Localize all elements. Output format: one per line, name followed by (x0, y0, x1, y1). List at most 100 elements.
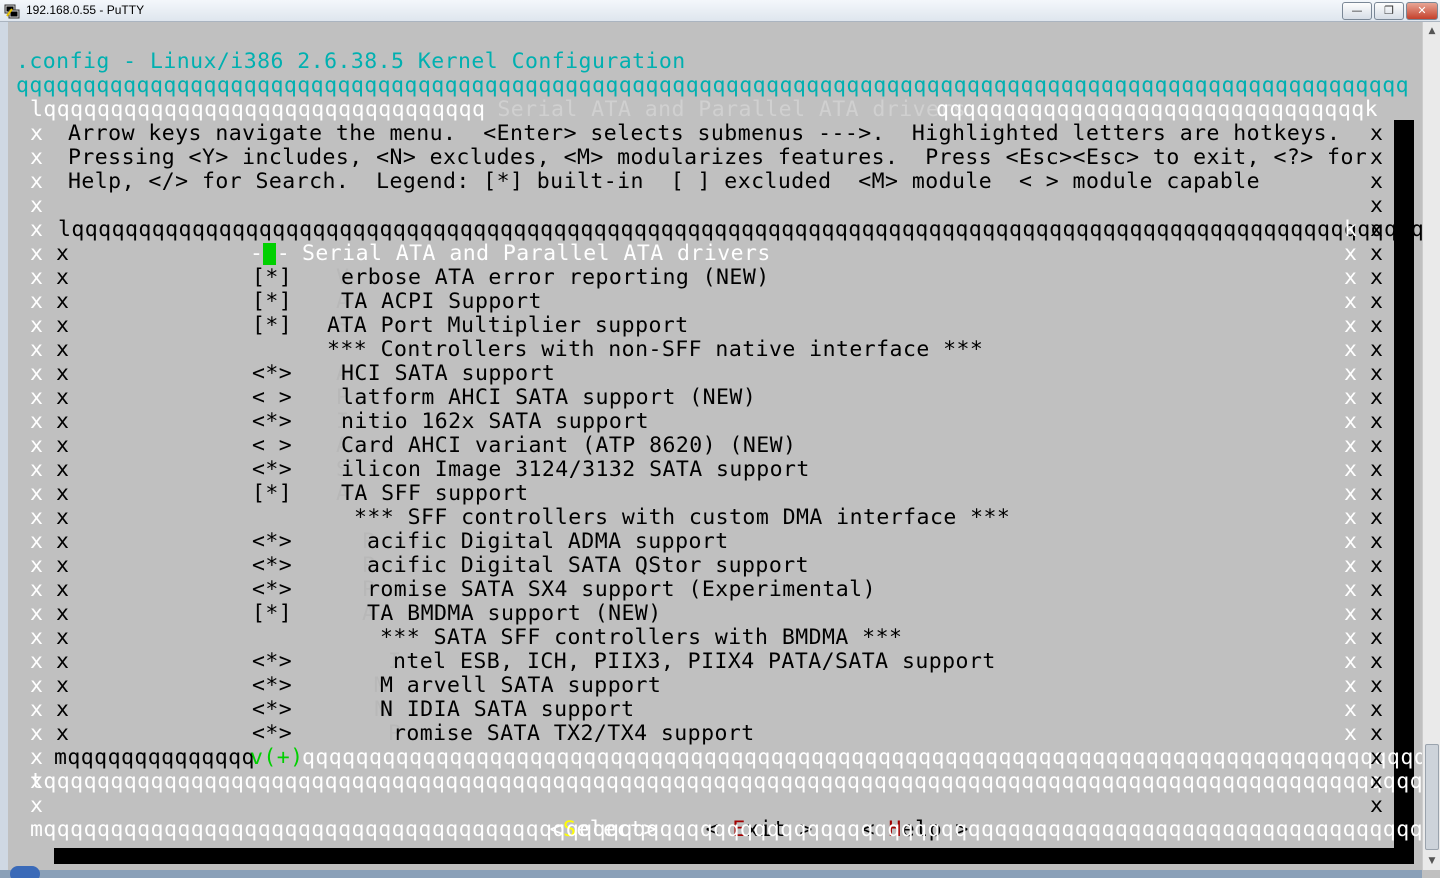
list-border-left-char: x (56, 409, 70, 434)
window-title: 192.168.0.55 - PuTTY (26, 3, 145, 17)
scroll-up-arrow-icon[interactable]: ▲ (1425, 24, 1439, 38)
list-border-right-char: x (1344, 265, 1358, 290)
start-orb-icon[interactable] (10, 866, 40, 878)
list-border-right-char: x (1344, 577, 1358, 602)
help-line-2: Pressing <Y> includes, <N> excludes, <M>… (68, 145, 1368, 170)
dialog-border-right-char: x (1370, 361, 1384, 386)
menu-item[interactable]: latform AHCI SATA support (NEW) (341, 386, 756, 410)
menu-item[interactable]: HCI SATA support (341, 362, 555, 386)
menu-item[interactable]: Card AHCI variant (ATP 8620) (NEW) (341, 434, 796, 458)
menu-item-selected[interactable]: Serial ATA and Parallel ATA drivers (302, 242, 771, 266)
dialog-border-right-char: x (1370, 337, 1384, 362)
menu-item[interactable]: ATA Port Multiplier support (327, 314, 689, 338)
dialog-border-right-char: x (1370, 265, 1384, 290)
menu-item[interactable]: M arvell SATA support (380, 674, 661, 698)
dialog-border-left-char: x (30, 433, 44, 458)
window-titlebar: 192.168.0.55 - PuTTY — ❐ ✕ (0, 0, 1440, 22)
menu-item-marker[interactable]: <*> (252, 410, 292, 434)
menu-item-marker[interactable]: <*> (252, 362, 292, 386)
list-border-left-char: x (56, 601, 70, 626)
menu-item-marker[interactable]: [*] (252, 290, 292, 314)
dialog-border-right-char: x (1370, 313, 1384, 338)
menu-item[interactable]: nitio 162x SATA support (341, 410, 649, 434)
menu-item[interactable]: ilicon Image 3124/3132 SATA support (341, 458, 810, 482)
taskbar-strip (0, 866, 1422, 878)
dialog-separator: tqqqqqqqqqqqqqqqqqqqqqqqqqqqqqqqqqqqqqqq… (30, 769, 1422, 794)
terminal-screen[interactable]: .config - Linux/i386 2.6.38.5 Kernel Con… (8, 22, 1422, 870)
menu-item-marker[interactable]: [*] (252, 314, 292, 338)
menu-item[interactable]: TA BMDMA support (NEW) (367, 602, 662, 626)
menu-item-marker[interactable]: <*> (252, 650, 292, 674)
menu-item-marker[interactable]: <*> (252, 578, 292, 602)
menu-item[interactable]: erbose ATA error reporting (NEW) (341, 266, 770, 290)
list-border-right-char: x (1344, 457, 1358, 482)
help-line-3: Help, </> for Search. Legend: [*] built-… (68, 169, 1261, 194)
menu-item[interactable]: TA ACPI Support (341, 290, 542, 314)
list-border-left-char: x (56, 385, 70, 410)
dialog-border-right-char: x (1370, 721, 1384, 746)
maximize-button[interactable]: ❐ (1374, 2, 1404, 20)
vertical-scrollbar[interactable]: ▲ ▼ (1422, 22, 1440, 870)
select-button[interactable]: <Select> (496, 794, 657, 842)
list-top-corner: k (1344, 217, 1358, 242)
menu-comment: *** SATA SFF controllers with BMDMA *** (380, 625, 903, 650)
more-items-indicator: v(+) (250, 745, 304, 770)
menu-item-marker[interactable]: < > (252, 386, 292, 410)
dialog-border-left-char: x (30, 769, 44, 794)
list-border-right-char: x (1344, 673, 1358, 698)
list-border-right-char: x (1344, 289, 1358, 314)
dialog-border-right-char: x (1370, 769, 1384, 794)
dialog-border-right-char: x (1370, 241, 1384, 266)
dialog-border-left-char: x (30, 553, 44, 578)
menu-item[interactable]: acific Digital SATA QStor support (367, 554, 809, 578)
scroll-down-arrow-icon[interactable]: ▼ (1425, 854, 1439, 868)
list-border-right-char: x (1344, 361, 1358, 386)
dialog-border-right-char: x (1370, 193, 1384, 218)
menu-item[interactable]: acific Digital ADMA support (367, 530, 729, 554)
list-border-left-char: x (56, 577, 70, 602)
list-border-left-char: x (56, 313, 70, 338)
menu-item-marker[interactable]: <*> (252, 458, 292, 482)
dialog-border-left-char: x (30, 721, 44, 746)
menu-item[interactable]: romise SATA SX4 support (Experimental) (367, 578, 876, 602)
scroll-thumb[interactable] (1425, 744, 1439, 850)
list-border-left-char: x (56, 625, 70, 650)
list-border-left-char: x (56, 265, 70, 290)
list-border-left-char: x (56, 361, 70, 386)
dialog-border-right-char: x (1370, 121, 1384, 146)
menu-item[interactable]: ntel ESB, ICH, PIIX3, PIIX4 PATA/SATA su… (393, 650, 996, 674)
exit-button[interactable]: < Exit > (652, 794, 813, 842)
list-border-left-char: x (56, 433, 70, 458)
menu-item-marker[interactable]: <*> (252, 674, 292, 698)
menu-item[interactable]: TA SFF support (341, 482, 529, 506)
dialog-border-right-char: x (1370, 553, 1384, 578)
dialog-border-right-char: x (1370, 673, 1384, 698)
menu-item-marker[interactable]: < > (252, 434, 292, 458)
list-border-left-char: x (56, 337, 70, 362)
dialog-border-left-char: x (30, 601, 44, 626)
list-bottom-border-right: qqqqqqqqqqqqqqqqqqqqqqqqqqqqqqqqqqqqqqqq… (302, 745, 1422, 770)
menu-item-marker[interactable]: <*> (252, 722, 292, 746)
menu-item-marker[interactable]: <*> (252, 698, 292, 722)
help-button[interactable]: < Help > (808, 794, 969, 842)
dialog-border-right-char: x (1370, 625, 1384, 650)
minimize-button[interactable]: — (1342, 2, 1372, 20)
dialog-border-left-char: x (30, 457, 44, 482)
dialog-border-left-char: x (30, 481, 44, 506)
menu-item-marker[interactable]: [*] (252, 266, 292, 290)
list-border-right-char: x (1344, 601, 1358, 626)
dialog-border-left-char: x (30, 673, 44, 698)
dialog-border-right-char: x (1370, 481, 1384, 506)
menu-item[interactable]: romise SATA TX2/TX4 support (393, 722, 755, 746)
dialog-border-right-char: x (1370, 577, 1384, 602)
menu-item-marker[interactable]: <*> (252, 554, 292, 578)
close-button[interactable]: ✕ (1406, 2, 1438, 20)
menu-comment: *** SFF controllers with custom DMA inte… (354, 505, 1011, 530)
menu-item-marker[interactable]: <*> (252, 530, 292, 554)
menu-item-marker[interactable]: [*] (252, 482, 292, 506)
menu-item-marker[interactable]: [*] (252, 602, 292, 626)
dialog-border-left-char: x (30, 217, 44, 242)
menu-item[interactable]: N IDIA SATA support (380, 698, 635, 722)
dialog-border-right-char: x (1370, 169, 1384, 194)
list-border-left-char: x (56, 673, 70, 698)
